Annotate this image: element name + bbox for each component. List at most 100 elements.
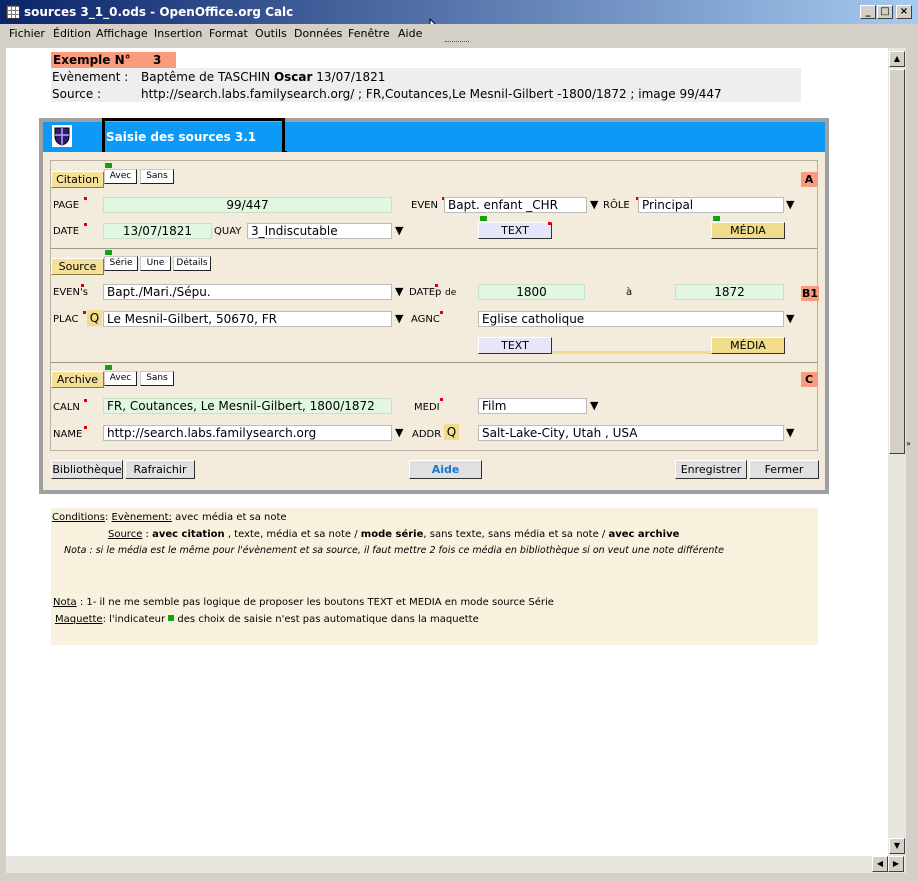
triangle-down-icon[interactable]: ▼ xyxy=(590,399,598,412)
date-from-field[interactable]: 1800 xyxy=(478,284,585,300)
plac-field[interactable]: Le Mesnil-Gilbert, 50670, FR xyxy=(103,311,392,327)
addr-field[interactable]: Salt-Lake-City, Utah , USA xyxy=(478,425,784,441)
menu-fenetre[interactable]: Fenêtre xyxy=(348,27,390,40)
indicator-source xyxy=(105,250,112,255)
horizontal-scrollbar[interactable]: ◀ ▶ xyxy=(6,856,906,873)
connector-line xyxy=(552,351,712,354)
required-mark xyxy=(548,222,551,225)
vertical-scrollbar[interactable]: ▲ ▼ xyxy=(888,48,906,856)
scroll-left-icon[interactable]: ◀ xyxy=(872,856,888,872)
triangle-down-icon[interactable]: ▼ xyxy=(786,426,794,439)
caln-label: CALN xyxy=(53,402,80,413)
menu-affichage[interactable]: Affichage xyxy=(96,27,148,40)
name-label: NAME xyxy=(53,429,83,440)
addr-query-button[interactable]: Q xyxy=(444,424,459,440)
required-mark xyxy=(84,223,87,226)
menu-outils[interactable]: Outils xyxy=(255,27,287,40)
nota-italic-line: Nota : si le média est le même pour l'év… xyxy=(64,545,724,556)
name-field[interactable]: http://search.labs.familysearch.org xyxy=(103,425,392,441)
example-number: 3 xyxy=(153,53,162,67)
aide-button[interactable]: Aide xyxy=(409,460,482,479)
archive-avec-option[interactable]: Avec xyxy=(104,371,137,386)
menu-aide[interactable]: Aide xyxy=(398,27,422,40)
indicator-archive xyxy=(105,365,112,370)
conditions-line: Conditions: Evènement: avec média et sa … xyxy=(52,512,287,523)
citation-avec-option[interactable]: Avec xyxy=(104,169,137,184)
evens-label: EVEN's xyxy=(53,287,88,298)
fermer-button[interactable]: Fermer xyxy=(749,460,819,479)
scroll-up-icon[interactable]: ▲ xyxy=(889,51,905,67)
menu-donnees[interactable]: Données xyxy=(294,27,342,40)
agnc-field[interactable]: Eglise catholique xyxy=(478,311,784,327)
page-field[interactable]: 99/447 xyxy=(103,197,392,213)
close-button[interactable]: × xyxy=(896,5,912,19)
menu-edition[interactable]: Édition xyxy=(53,27,91,40)
triangle-down-icon[interactable]: ▼ xyxy=(786,312,794,325)
source-conditions-line: Source : avec citation , texte, média et… xyxy=(108,529,680,540)
menu-format[interactable]: Format xyxy=(209,27,248,40)
citation-media-button[interactable]: MÉDIA xyxy=(711,222,785,239)
plac-query-button[interactable]: Q xyxy=(87,310,102,326)
minimize-button[interactable]: _ xyxy=(860,5,876,19)
triangle-down-icon[interactable]: ▼ xyxy=(590,198,598,211)
plac-label: PLAC xyxy=(53,314,79,325)
role-field[interactable]: Principal xyxy=(638,197,784,213)
indicator-citation xyxy=(105,163,112,168)
bibliotheque-button[interactable]: Bibliothèque xyxy=(51,460,123,479)
source-serie-option[interactable]: Série xyxy=(104,256,138,271)
split-handle[interactable]: » xyxy=(906,440,912,454)
rafraichir-button[interactable]: Rafraichir xyxy=(125,460,195,479)
source-text-button[interactable]: TEXT xyxy=(478,337,552,354)
citation-text-button[interactable]: TEXT xyxy=(478,222,552,239)
source-details-option[interactable]: Détails xyxy=(173,256,211,271)
quay-label: QUAY xyxy=(214,226,242,237)
source-text: http://search.labs.familysearch.org/ ; F… xyxy=(141,87,722,101)
maquette-line: Maquette: l'indicateur des choix de sais… xyxy=(55,614,479,625)
triangle-down-icon[interactable]: ▼ xyxy=(786,198,794,211)
even-field[interactable]: Bapt. enfant _CHR xyxy=(444,197,587,213)
triangle-down-icon[interactable]: ▼ xyxy=(395,312,403,325)
agnc-label: AGNC xyxy=(411,314,440,325)
triangle-down-icon[interactable]: ▼ xyxy=(395,224,403,237)
enregistrer-button[interactable]: Enregistrer xyxy=(675,460,747,479)
de-label: de xyxy=(445,288,457,298)
date-to-field[interactable]: 1872 xyxy=(675,284,784,300)
tab-citation[interactable]: Citation xyxy=(51,171,104,188)
source-une-option[interactable]: Une xyxy=(140,256,171,271)
menu-fichier[interactable]: Fichier xyxy=(9,27,45,40)
menu-insertion[interactable]: Insertion xyxy=(154,27,202,40)
spreadsheet-icon xyxy=(6,5,20,19)
archive-sans-option[interactable]: Sans xyxy=(140,371,174,386)
required-mark xyxy=(440,398,443,401)
tab-archive[interactable]: Archive xyxy=(51,371,104,388)
addr-label: ADDR xyxy=(412,429,442,440)
tab-source[interactable]: Source xyxy=(51,258,104,275)
medi-label: MEDI xyxy=(414,402,440,413)
title-bar: sources 3_1_0.ods - OpenOffice.org Calc … xyxy=(0,0,918,24)
required-mark xyxy=(435,284,438,287)
required-mark xyxy=(84,426,87,429)
caln-field[interactable]: FR, Coutances, Le Mesnil-Gilbert, 1800/1… xyxy=(103,398,392,414)
date-label: DATE xyxy=(53,226,80,237)
indicator-media xyxy=(713,216,720,221)
scroll-down-icon[interactable]: ▼ xyxy=(889,838,905,854)
scroll-thumb[interactable] xyxy=(889,69,905,454)
scroll-right-icon[interactable]: ▶ xyxy=(888,856,904,872)
example-label: Exemple N° xyxy=(53,53,131,67)
event-label: Evènement : xyxy=(52,70,129,84)
citation-sans-option[interactable]: Sans xyxy=(140,169,174,184)
quay-field[interactable]: 3_Indiscutable xyxy=(247,223,392,239)
required-mark xyxy=(84,197,87,200)
source-label: Source : xyxy=(52,87,102,101)
maximize-button[interactable]: □ xyxy=(877,5,893,19)
medi-field[interactable]: Film xyxy=(478,398,587,414)
date-field[interactable]: 13/07/1821 xyxy=(103,223,212,239)
notes-panel: Conditions: Evènement: avec média et sa … xyxy=(51,508,818,645)
required-mark xyxy=(440,311,443,314)
triangle-down-icon[interactable]: ▼ xyxy=(395,285,403,298)
triangle-down-icon[interactable]: ▼ xyxy=(395,426,403,439)
toolbar-grip[interactable] xyxy=(445,41,469,44)
evens-field[interactable]: Bapt./Mari./Sépu. xyxy=(103,284,392,300)
section-tag-c: C xyxy=(801,372,817,387)
source-media-button[interactable]: MÉDIA xyxy=(711,337,785,354)
